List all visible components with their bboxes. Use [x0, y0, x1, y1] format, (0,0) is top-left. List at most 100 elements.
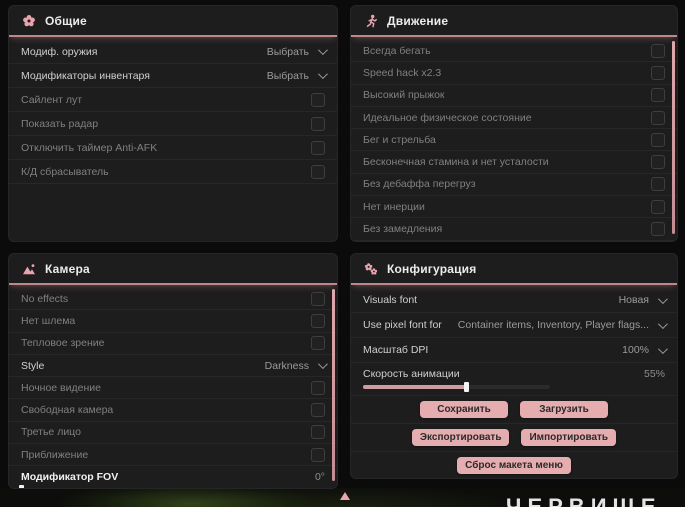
no-effects-checkbox[interactable]	[311, 291, 325, 306]
row-label: К/Д сбрасыватель	[21, 165, 109, 178]
inventory-mods-dropdown[interactable]: Выбрать	[266, 69, 328, 82]
free-camera-checkbox[interactable]	[311, 403, 325, 418]
zoom-checkbox[interactable]	[311, 447, 325, 462]
panel-general: Общие Модиф. оружия Выбрать Модификаторы и…	[8, 5, 338, 242]
row-fov-modifier[interactable]: Модификатор FOV 0°	[9, 466, 337, 488]
scrollbar[interactable]	[332, 289, 335, 481]
always-run-checkbox[interactable]	[651, 43, 665, 58]
save-button[interactable]: Сохранить	[420, 401, 508, 418]
row-run-and-shoot[interactable]: Бег и стрельба	[351, 129, 677, 152]
row-dpi-scale[interactable]: Масштаб DPI 100%	[351, 338, 677, 363]
row-perfect-physical-condition[interactable]: Идеальное физическое состояние	[351, 107, 677, 130]
row-third-person[interactable]: Третье лицо	[9, 422, 337, 445]
row-label: Нет инерции	[363, 200, 425, 213]
row-label: Сайлент лут	[21, 93, 83, 106]
thermal-vision-checkbox[interactable]	[311, 336, 325, 351]
row-label: Всегда бегать	[363, 44, 431, 57]
third-person-checkbox[interactable]	[311, 425, 325, 440]
panel-movement: Движение Всегда бегать Speed hack x2.3 Выс…	[350, 5, 678, 242]
disable-anti-afk-timer-checkbox[interactable]	[311, 140, 325, 155]
run-and-shoot-checkbox[interactable]	[651, 132, 665, 147]
row-thermal-vision[interactable]: Тепловое зрение	[9, 333, 337, 355]
row-label: Visuals font	[363, 294, 418, 306]
visuals-font-dropdown[interactable]: Новая	[619, 293, 668, 306]
reset-menu-layout-button[interactable]: Сброс макета меню	[457, 457, 571, 474]
row-no-overload-debuff[interactable]: Без дебаффа перегруз	[351, 174, 677, 197]
panel-header[interactable]: Движение	[351, 6, 677, 37]
row-visuals-font[interactable]: Visuals font Новая	[351, 288, 677, 313]
panel-header[interactable]: Конфигурация	[351, 254, 677, 285]
use-pixel-font-for-dropdown[interactable]: Container items, Inventory, Player flags…	[458, 318, 668, 331]
row-label: Без замедления	[363, 223, 443, 236]
weapon-mod-dropdown[interactable]: Выбрать	[267, 45, 328, 58]
row-weapon-mod[interactable]: Модиф. оружия Выбрать	[9, 40, 337, 64]
no-helmet-checkbox[interactable]	[311, 313, 325, 328]
row-label: Идеальное физическое состояние	[363, 111, 532, 124]
scrollbar[interactable]	[672, 41, 675, 234]
export-button[interactable]: Экспортировать	[411, 429, 510, 446]
chevron-down-icon	[657, 343, 668, 354]
panel-header[interactable]: Общие	[9, 6, 337, 37]
button-row: Экспортировать Импортировать	[351, 424, 677, 452]
row-no-effects[interactable]: No effects	[9, 288, 337, 311]
row-animation-speed[interactable]: Скорость анимации 55%	[351, 363, 677, 396]
row-label: Style	[21, 359, 45, 372]
row-style[interactable]: Style Darkness	[9, 355, 337, 378]
row-night-vision[interactable]: Ночное видение	[9, 377, 337, 400]
high-jump-checkbox[interactable]	[651, 88, 665, 103]
row-always-run[interactable]: Всегда бегать	[351, 40, 677, 63]
speed-hack-checkbox[interactable]	[651, 65, 665, 80]
night-vision-checkbox[interactable]	[311, 380, 325, 395]
row-label: Высокий прыжок	[363, 89, 445, 102]
import-button[interactable]: Импортировать	[521, 429, 617, 446]
button-row: Сохранить Загрузить	[351, 396, 677, 424]
slider-value: 55%	[643, 367, 665, 380]
row-label: Третье лицо	[21, 426, 81, 439]
animation-speed-slider[interactable]	[363, 382, 551, 392]
row-zoom[interactable]: Приближение	[9, 444, 337, 467]
show-radar-checkbox[interactable]	[311, 116, 325, 131]
fov-modifier-slider[interactable]	[19, 485, 24, 488]
config-buttons: Сохранить Загрузить Экспортировать Импортир…	[351, 396, 677, 478]
no-inertia-checkbox[interactable]	[651, 199, 665, 214]
kd-resetter-checkbox[interactable]	[311, 164, 325, 179]
row-kd-resetter[interactable]: К/Д сбрасыватель	[9, 160, 337, 184]
load-button[interactable]: Загрузить	[520, 401, 608, 418]
row-label: Масштаб DPI	[363, 344, 429, 356]
row-disable-anti-afk-timer[interactable]: Отключить таймер Anti-AFK	[9, 136, 337, 160]
cursor-pointer-icon	[340, 492, 350, 500]
perfect-physical-condition-checkbox[interactable]	[651, 110, 665, 125]
row-infinite-stamina[interactable]: Бесконечная стамина и нет усталости	[351, 151, 677, 174]
infinite-stamina-checkbox[interactable]	[651, 155, 665, 170]
panel-title: Камера	[45, 261, 90, 276]
row-use-pixel-font-for[interactable]: Use pixel font for Container items, Inven…	[351, 313, 677, 338]
no-overload-debuff-checkbox[interactable]	[651, 177, 665, 192]
dropdown-value: Выбрать	[266, 69, 309, 82]
slider-handle[interactable]	[19, 485, 24, 488]
row-show-radar[interactable]: Показать радар	[9, 112, 337, 136]
style-dropdown[interactable]: Darkness	[264, 359, 328, 372]
dpi-scale-dropdown[interactable]: 100%	[622, 343, 668, 356]
row-speed-hack[interactable]: Speed hack x2.3	[351, 62, 677, 85]
row-label: Тепловое зрение	[21, 337, 105, 350]
panel-header[interactable]: Камера	[9, 254, 337, 285]
row-inventory-mods[interactable]: Модификаторы инвентаря Выбрать	[9, 64, 337, 88]
row-no-inertia[interactable]: Нет инерции	[351, 196, 677, 219]
no-slowdown-checkbox[interactable]	[651, 222, 665, 237]
dropdown-value: Darkness	[264, 359, 309, 372]
panel-camera: Камера No effects Нет шлема Тепловое зрени…	[8, 253, 338, 489]
row-label: Бег и стрельба	[363, 133, 436, 146]
chevron-down-icon	[317, 359, 328, 370]
row-no-helmet[interactable]: Нет шлема	[9, 310, 337, 333]
panel-config: Конфигурация Visuals font Новая Use pixel …	[350, 253, 678, 479]
row-no-slowdown[interactable]: Без замедления	[351, 218, 677, 241]
row-silent-loot[interactable]: Сайлент лут	[9, 88, 337, 112]
row-label: Нет шлема	[21, 314, 76, 327]
game-watermark: ЧЕРВИЩЕ	[506, 494, 662, 507]
slider-handle[interactable]	[463, 382, 469, 392]
row-free-camera[interactable]: Свободная камера	[9, 399, 337, 422]
settings-list: Visuals font Новая Use pixel font for Conta…	[351, 285, 677, 396]
row-label: Показать радар	[21, 117, 99, 130]
silent-loot-checkbox[interactable]	[311, 92, 325, 107]
row-high-jump[interactable]: Высокий прыжок	[351, 85, 677, 107]
